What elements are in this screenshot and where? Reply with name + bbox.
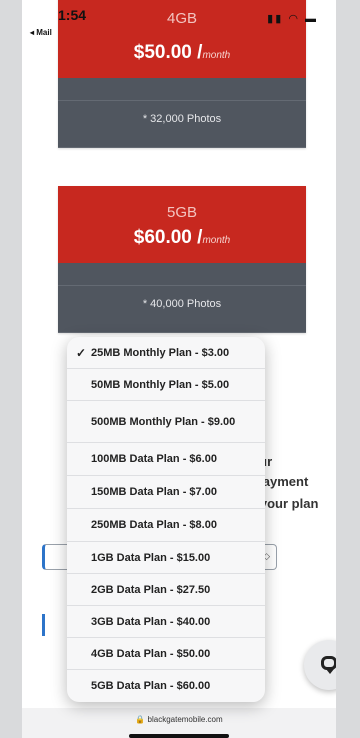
picker-option[interactable]: ✓ 25MB Monthly Plan - $3.00 — [67, 337, 265, 369]
phone-screen: 1:54 ◂ Mail ▮▮ ◠ ▬ 4GB $50.00 /month * 3… — [22, 0, 336, 738]
picker-option[interactable]: 2GB Data Plan - $27.50 — [67, 574, 265, 606]
picker-option[interactable]: 50MB Monthly Plan - $5.00 — [67, 369, 265, 401]
home-indicator — [129, 734, 229, 738]
status-icons: ▮▮ ◠ ▬ — [267, 12, 318, 25]
status-time: 1:54 — [58, 7, 87, 23]
chat-icon — [321, 656, 336, 670]
picker-option[interactable]: 100MB Data Plan - $6.00 — [67, 443, 265, 476]
checkmark-icon: ✓ — [76, 345, 87, 360]
picker-option[interactable]: 5GB Data Plan - $60.00 — [67, 670, 265, 702]
picker-option[interactable]: 150MB Data Plan - $7.00 — [67, 476, 265, 509]
picker-option[interactable]: 3GB Data Plan - $40.00 — [67, 606, 265, 638]
plan-card-5gb: 5GB $60.00 /month * 40,000 Photos — [58, 186, 306, 333]
url-text: 🔒 blackgatemobile.com — [135, 715, 223, 724]
chat-button[interactable] — [304, 640, 336, 690]
back-to-mail-link[interactable]: ◂ Mail — [30, 28, 52, 37]
battery-icon: ▬ — [305, 13, 318, 25]
plan-picker[interactable]: ✓ 25MB Monthly Plan - $3.00 50MB Monthly… — [67, 337, 265, 702]
plan-feature: * 32,000 Photos — [58, 101, 306, 148]
picker-option[interactable]: 500MB Monthly Plan - $9.00 — [67, 401, 265, 443]
picker-option[interactable]: 250MB Data Plan - $8.00 — [67, 509, 265, 542]
plan-feature: * 40,000 Photos — [58, 286, 306, 333]
status-bar: 1:54 ◂ Mail ▮▮ ◠ ▬ — [22, 0, 336, 40]
plan-price: $60.00 /month — [133, 227, 231, 248]
picker-option[interactable]: 4GB Data Plan - $50.00 — [67, 638, 265, 670]
wifi-icon: ◠ — [288, 13, 300, 25]
plan-price: $50.00 /month — [133, 42, 231, 63]
url-bar[interactable]: 🔒 blackgatemobile.com — [22, 708, 336, 738]
signal-icon: ▮▮ — [267, 13, 284, 25]
form-field-edge — [42, 614, 45, 636]
picker-option[interactable]: 1GB Data Plan - $15.00 — [67, 542, 265, 574]
plan-size: 5GB — [166, 204, 197, 221]
